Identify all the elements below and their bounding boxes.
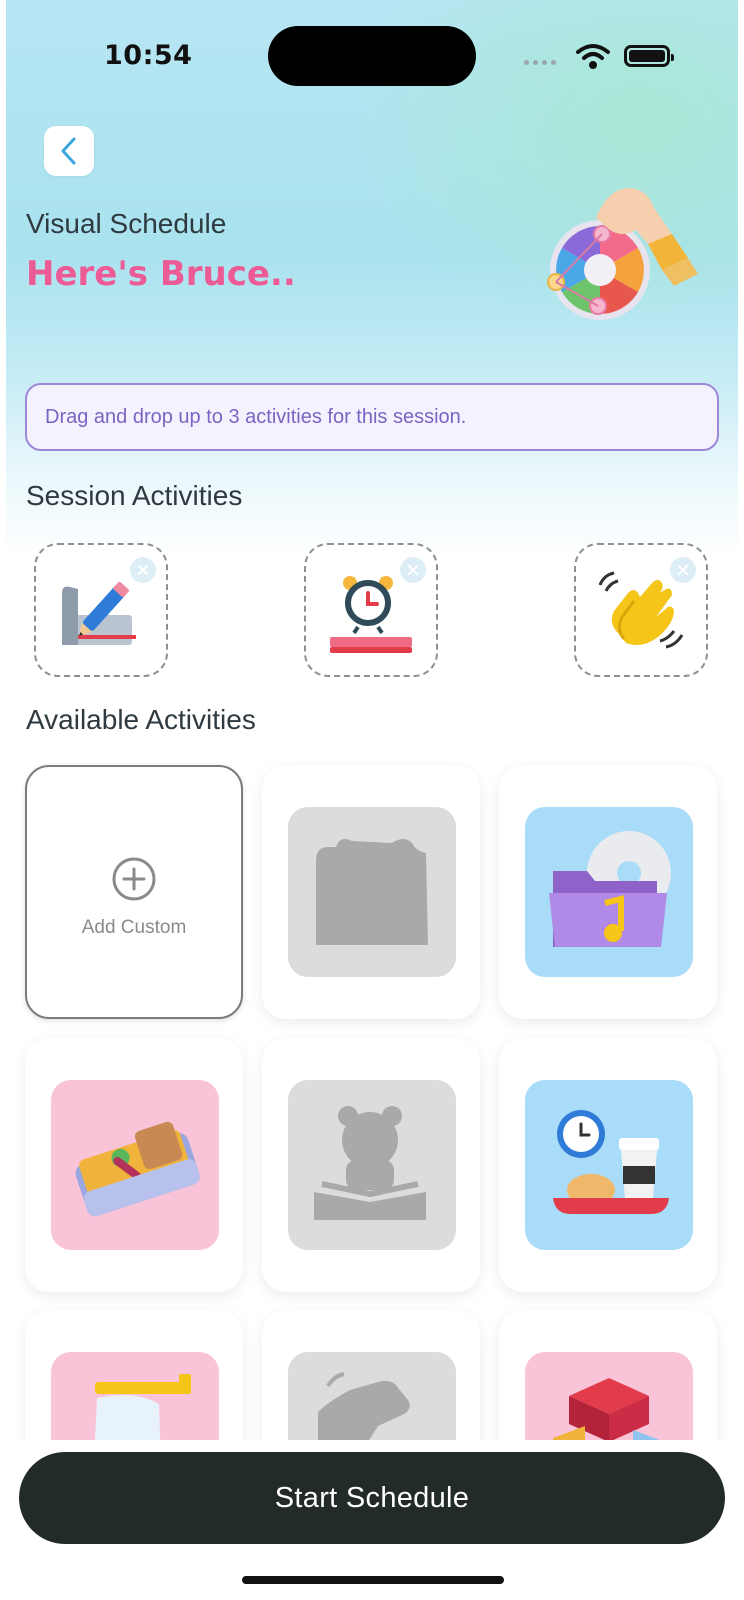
plus-circle-icon (112, 857, 156, 901)
music-folder-icon (525, 807, 693, 977)
instruction-banner: Drag and drop up to 3 activities for thi… (25, 383, 719, 451)
activity-card[interactable] (499, 765, 717, 1019)
page-subtitle: Visual Schedule (26, 208, 227, 239)
color-wheel-hand-illustration (547, 188, 698, 320)
cellular-signal-icon (524, 60, 560, 68)
frame-edge-right (738, 0, 744, 1600)
frame-edge-left (0, 0, 6, 1600)
reading-placeholder-icon (288, 1080, 456, 1250)
add-custom-activity-card[interactable]: Add Custom (25, 765, 243, 1019)
close-icon (408, 565, 418, 575)
back-button[interactable] (44, 126, 94, 176)
session-slot-1[interactable] (34, 543, 168, 677)
wifi-icon (576, 44, 610, 69)
instruction-text: Drag and drop up to 3 activities for thi… (45, 405, 467, 428)
start-schedule-label: Start Schedule (274, 1481, 470, 1514)
close-icon (678, 565, 688, 575)
status-time: 10:54 (104, 40, 193, 71)
home-indicator (242, 1576, 504, 1584)
activity-card[interactable] (499, 1038, 717, 1292)
activity-card[interactable] (262, 765, 480, 1019)
activity-card[interactable] (262, 1038, 480, 1292)
session-slot-3[interactable] (574, 543, 708, 677)
lunch-box-icon (51, 1080, 219, 1250)
remove-slot-3-button[interactable] (670, 557, 696, 583)
available-activities-heading: Available Activities (26, 704, 256, 735)
snack-time-icon (525, 1080, 693, 1250)
remove-slot-1-button[interactable] (130, 557, 156, 583)
session-slot-2[interactable] (304, 543, 438, 677)
placeholder-activity-icon (288, 807, 456, 977)
chevron-left-icon (61, 137, 76, 165)
page-title: Here's Bruce.. (26, 254, 296, 294)
start-schedule-button[interactable]: Start Schedule (19, 1452, 725, 1544)
add-custom-label: Add Custom (81, 917, 187, 938)
dynamic-island (268, 26, 476, 86)
battery-icon (624, 45, 674, 67)
visual-schedule-screen: 10:54 Visual Schedule Here's Bruce.. Dra… (0, 0, 744, 1600)
remove-slot-2-button[interactable] (400, 557, 426, 583)
close-icon (138, 565, 148, 575)
session-activities-heading: Session Activities (26, 480, 243, 511)
activity-card[interactable] (25, 1038, 243, 1292)
